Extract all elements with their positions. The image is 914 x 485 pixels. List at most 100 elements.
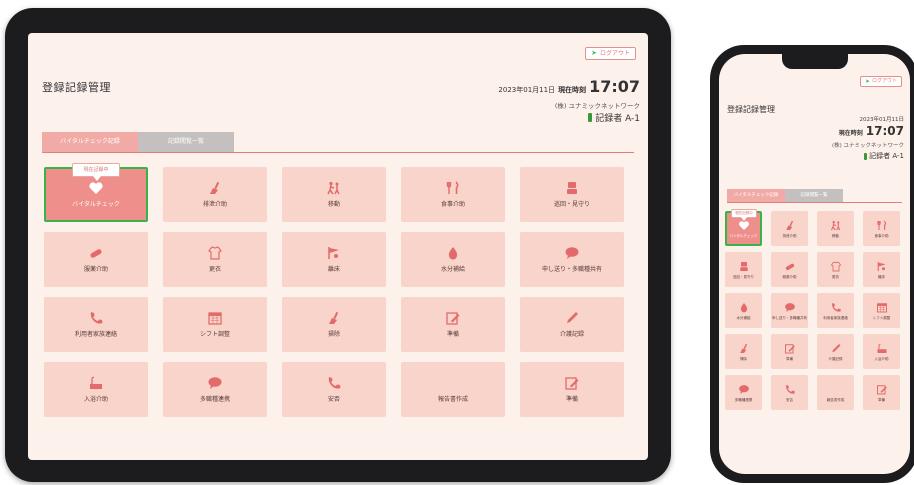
tile-button[interactable]: 掃除 <box>282 297 386 352</box>
tile-button[interactable]: 準備 <box>401 297 505 352</box>
edit-icon <box>876 384 888 395</box>
tile-button[interactable]: 掃除 <box>725 334 762 369</box>
tile-button[interactable]: 入浴介助 <box>863 334 900 369</box>
time-text: 17:07 <box>865 124 904 138</box>
calendar-icon <box>876 302 888 313</box>
tile-button[interactable]: 移動 <box>817 211 854 246</box>
tile-label: 準備 <box>786 356 793 361</box>
tile-button[interactable]: 入浴介助 <box>44 362 148 417</box>
bath-icon <box>88 376 104 390</box>
tab-vital-record[interactable]: バイタルチェック記録 <box>727 189 785 202</box>
tile-button[interactable]: 更衣 <box>817 252 854 287</box>
broom-icon <box>326 311 342 325</box>
bath-icon <box>876 343 888 354</box>
tile-button[interactable]: 水分補給 <box>725 293 762 328</box>
phone-notch <box>782 54 848 69</box>
date-text: 2023年01月11日 <box>498 86 556 94</box>
tile-button[interactable]: 介護記録 <box>520 297 624 352</box>
tile-label: 更衣 <box>208 266 221 273</box>
heart-pulse-icon <box>738 220 750 231</box>
broom-icon <box>784 220 796 231</box>
tile-label: 申し送り・多職種共有 <box>541 266 602 273</box>
logout-label: ログアウト <box>599 50 630 57</box>
tablet-device: ➤ ログアウト 登録記録管理 2023年01月11日 現在時刻 17:07 (株… <box>5 8 671 482</box>
tile-label: 食事介助 <box>874 233 889 238</box>
tab-bar: バイタルチェック記録 記録閲覧一覧 <box>727 189 843 202</box>
tile-button[interactable]: 食事介助 <box>401 167 505 222</box>
tile-button[interactable]: 服薬介助 <box>771 252 808 287</box>
recorder: 記録者 A-1 <box>588 111 640 124</box>
phone-icon <box>830 302 842 313</box>
logout-button[interactable]: ➤ ログアウト <box>585 47 636 60</box>
edit-icon <box>564 376 580 390</box>
tile-icon-empty <box>445 376 461 390</box>
tile-button[interactable]: 申し送り・多職種共有 <box>520 232 624 287</box>
broom-icon <box>207 181 223 195</box>
tile-button[interactable]: 巡回・見守り <box>725 252 762 287</box>
tab-underline <box>42 152 634 153</box>
tab-record-list[interactable]: 記録閲覧一覧 <box>138 132 234 152</box>
tile-button[interactable]: 報告書作成 <box>817 375 854 410</box>
cutlery-icon <box>876 220 888 231</box>
tile-button[interactable]: 服薬介助 <box>44 232 148 287</box>
page-title: 登録記録管理 <box>42 81 111 94</box>
tile-button[interactable]: 現在記録中 バイタルチェック <box>725 209 762 246</box>
recorder-label: 記録者 A-1 <box>869 152 904 160</box>
now-label: 現在時刻 <box>838 130 863 137</box>
tile-button[interactable]: 離床 <box>282 232 386 287</box>
tile-button[interactable]: シフト調整 <box>163 297 267 352</box>
tile-label: 利用者家族連絡 <box>74 331 117 338</box>
recorder-label: 記録者 A-1 <box>595 114 640 124</box>
tile-button[interactable]: 利用者家族連絡 <box>44 297 148 352</box>
tile-button[interactable]: 介護記録 <box>817 334 854 369</box>
tile-button[interactable]: 移動 <box>282 167 386 222</box>
tile-label: 更衣 <box>832 274 839 279</box>
tile-button[interactable]: 離床 <box>863 252 900 287</box>
walking-assist-icon <box>830 220 842 231</box>
tile-button[interactable]: 安否 <box>282 362 386 417</box>
tile-button[interactable]: 多職種連携 <box>725 375 762 410</box>
water-drop-icon <box>445 246 461 260</box>
logout-icon: ➤ <box>864 78 870 85</box>
company-name: (株) ユナミックネットワーク <box>831 143 904 149</box>
tile-button[interactable]: 食事介助 <box>863 211 900 246</box>
logout-button[interactable]: ➤ ログアウト <box>859 76 902 87</box>
pill-icon <box>784 261 796 272</box>
tile-button[interactable]: 多職種連携 <box>163 362 267 417</box>
tile-label: 準備 <box>446 331 459 338</box>
tile-button[interactable]: 排泄介助 <box>163 167 267 222</box>
tile-button[interactable]: 安否 <box>771 375 808 410</box>
tile-label: シフト調整 <box>199 331 230 338</box>
tile-label: 多職種連携 <box>199 396 230 403</box>
tile-button[interactable]: 排泄介助 <box>771 211 808 246</box>
now-label: 現在時刻 <box>558 86 587 94</box>
tile-button[interactable]: シフト調整 <box>863 293 900 328</box>
tile-label: 安否 <box>786 397 793 402</box>
tile-label: 安否 <box>327 396 340 403</box>
tile-button[interactable]: 報告書作成 <box>401 362 505 417</box>
tile-label: 離床 <box>878 274 885 279</box>
heart-pulse-icon <box>88 181 104 195</box>
page-title: 登録記録管理 <box>727 105 775 114</box>
tile-button[interactable]: 更衣 <box>163 232 267 287</box>
phone-screen: ➤ ログアウト 登録記録管理 2023年01月11日 現在時刻 17:07 (株… <box>719 54 910 474</box>
tile-label: 申し送り・多職種共有 <box>772 315 807 320</box>
tile-button[interactable]: 準備 <box>863 375 900 410</box>
chat-icon <box>207 376 223 390</box>
tile-button[interactable]: 巡回・見守り <box>520 167 624 222</box>
tile-button[interactable]: 現在記録中 バイタルチェック <box>44 163 148 222</box>
water-drop-icon <box>738 302 750 313</box>
tab-vital-record[interactable]: バイタルチェック記録 <box>42 132 138 152</box>
tile-label: 掃除 <box>327 331 340 338</box>
tile-button[interactable]: 準備 <box>771 334 808 369</box>
tile-button[interactable]: 利用者家族連絡 <box>817 293 854 328</box>
phone-icon <box>784 384 796 395</box>
tile-label: 報告書作成 <box>826 397 845 402</box>
tile-button[interactable]: 水分補給 <box>401 232 505 287</box>
tile-button[interactable]: 申し送り・多職種共有 <box>771 293 808 328</box>
tile-label: 準備 <box>878 397 885 402</box>
tab-record-list[interactable]: 記録閲覧一覧 <box>785 189 843 202</box>
tile-button[interactable]: 準備 <box>520 362 624 417</box>
edit-icon <box>445 311 461 325</box>
phone-device: ➤ ログアウト 登録記録管理 2023年01月11日 現在時刻 17:07 (株… <box>710 45 914 483</box>
